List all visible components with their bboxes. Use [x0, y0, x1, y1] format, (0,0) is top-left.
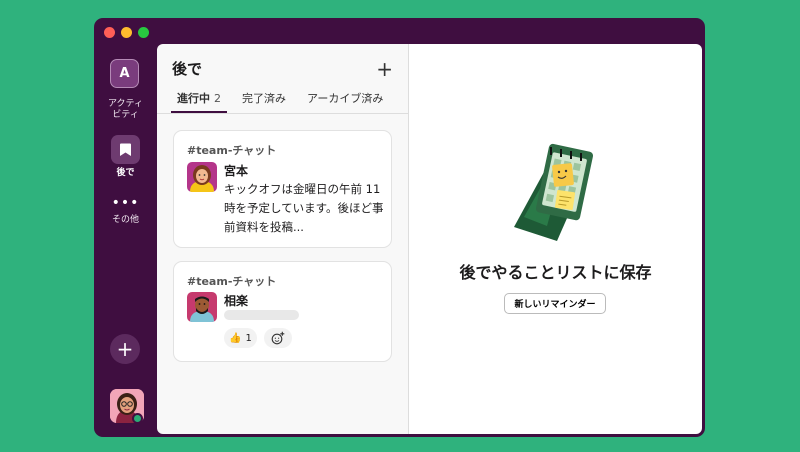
plus-icon[interactable]: + — [376, 59, 393, 79]
tab-in-progress[interactable]: 進行中 2 — [171, 86, 227, 113]
tab-label: 完了済み — [242, 92, 286, 105]
add-reaction-button[interactable] — [264, 328, 292, 348]
minimize-window-button[interactable] — [121, 27, 132, 38]
sender-avatar — [187, 292, 217, 322]
rail-item-more-label: その他 — [111, 215, 139, 225]
close-window-button[interactable] — [104, 27, 115, 38]
maximize-window-button[interactable] — [138, 27, 149, 38]
calendar-illustration — [514, 143, 594, 241]
panel-title: 後で — [172, 60, 203, 78]
message-placeholder — [224, 310, 299, 320]
more-icon: ••• — [111, 195, 140, 211]
saved-item-card[interactable]: #team-チャット 相楽 👍 1 — [173, 261, 392, 362]
message-preview: キックオフは金曜日の午前 11 時を予定しています。後ほど事前資料を投稿... — [224, 182, 384, 234]
rail-item-activity-label: アクティ ビティ — [107, 99, 143, 120]
tab-label: 進行中 — [177, 92, 210, 105]
sender-name: 相楽 — [224, 294, 249, 308]
rail-item-later[interactable]: 後で — [94, 135, 157, 179]
sender-name: 宮本 — [224, 164, 249, 178]
tab-completed[interactable]: 完了済み — [236, 86, 292, 113]
presence-indicator — [132, 413, 143, 424]
saved-item-card[interactable]: #team-チャット 宮本 キックオフは金曜日の午前 11 時を予定しています。… — [173, 130, 392, 248]
workspace-switcher[interactable]: A — [110, 59, 139, 88]
add-reaction-icon — [271, 331, 285, 345]
channel-name: #team-チャット — [187, 275, 277, 288]
window-controls — [104, 27, 149, 38]
later-tabs: 進行中 2 完了済み アーカイブ済み — [157, 86, 408, 114]
plus-icon: + — [116, 337, 134, 361]
rail-item-activity[interactable]: アクティ ビティ — [94, 99, 157, 121]
sender-avatar — [187, 162, 217, 192]
tab-count: 2 — [214, 92, 221, 105]
channel-name: #team-チャット — [187, 144, 277, 157]
app-window: A アクティ ビティ 後で ••• その他 + 後で + 進行中 2 完了済み … — [94, 18, 705, 437]
empty-state-title: 後でやることリストに保存 — [459, 263, 652, 282]
bookmark-icon — [111, 135, 140, 164]
thumbs-up-emoji: 👍 — [229, 332, 242, 344]
reaction-pill[interactable]: 👍 1 — [224, 328, 257, 348]
rail-item-more[interactable]: ••• その他 — [94, 195, 157, 226]
rail-item-later-label: 後で — [116, 168, 135, 178]
reaction-count: 1 — [245, 332, 252, 344]
later-panel: 後で + 進行中 2 完了済み アーカイブ済み #team-チャット 宮本 キッ… — [157, 44, 409, 434]
new-reminder-button[interactable]: 新しいリマインダー — [504, 293, 606, 314]
tab-label: アーカイブ済み — [307, 92, 384, 105]
add-workspace-button[interactable]: + — [110, 334, 140, 364]
tab-archived[interactable]: アーカイブ済み — [301, 86, 389, 113]
workspace-rail: A アクティ ビティ 後で ••• その他 + — [94, 44, 157, 437]
main-pane: 後でやることリストに保存 新しいリマインダー — [409, 44, 702, 434]
